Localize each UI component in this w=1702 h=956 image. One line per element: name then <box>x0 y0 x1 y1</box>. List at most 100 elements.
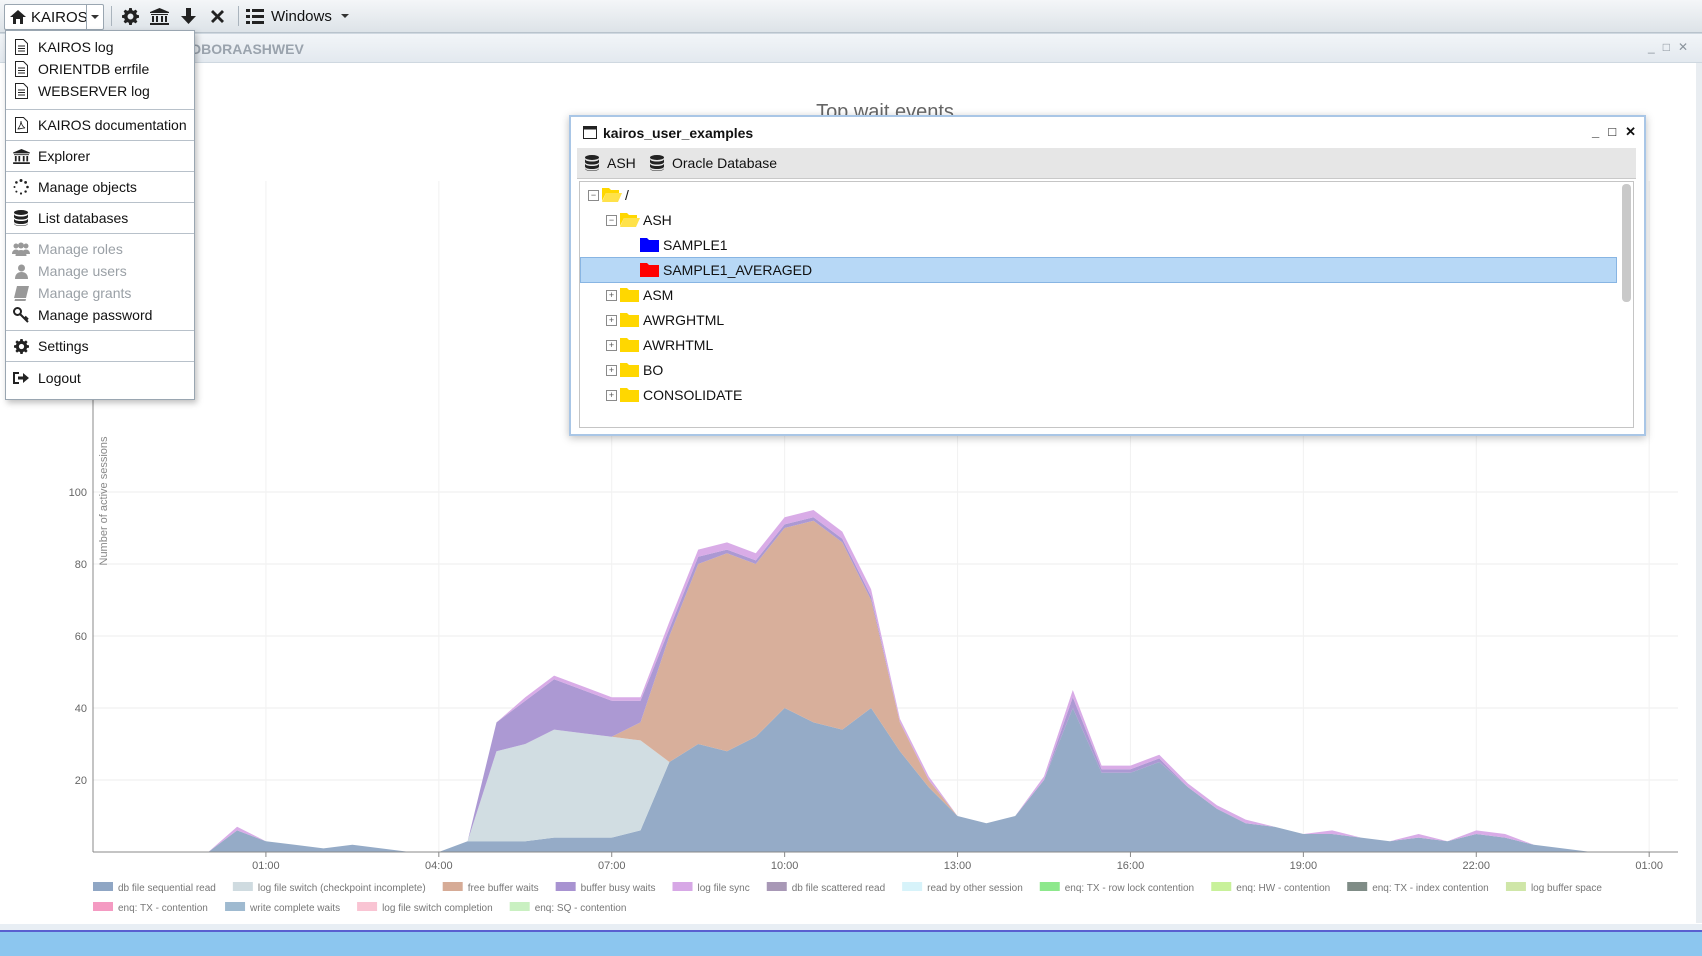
expand-toggle[interactable]: + <box>606 290 617 301</box>
y-tick-label: 100 <box>69 487 87 499</box>
document-icon <box>10 39 32 55</box>
close-icon[interactable] <box>206 4 228 28</box>
tree-row-label: AWRGHTML <box>643 312 725 328</box>
x-tick-label: 13:00 <box>944 860 972 872</box>
chart-window-title: DBORAASHWEV <box>191 41 304 57</box>
chart-window-titlebar[interactable]: DBORAASHWEV _ □ ✕ <box>0 34 1702 63</box>
legend-swatch <box>442 882 463 891</box>
menu-item-webserver-log[interactable]: WEBSERVER log <box>6 80 194 102</box>
legend-label: enq: TX - row lock contention <box>1065 883 1194 894</box>
legend-swatch <box>509 902 530 911</box>
minimize-icon[interactable]: _ <box>1592 124 1599 140</box>
legend-swatch <box>225 902 246 911</box>
menu-divider <box>6 140 194 141</box>
menu-item-label: Explorer <box>38 148 91 164</box>
tree-row-label: ASM <box>643 287 674 303</box>
legend-swatch <box>1211 882 1232 891</box>
menu-item-logout[interactable]: Logout <box>6 367 194 389</box>
menu-item-label: Manage objects <box>38 179 137 195</box>
menu-item-manage-password[interactable]: Manage password <box>6 304 194 326</box>
legend-swatch <box>232 882 253 891</box>
folder-icon <box>620 312 639 330</box>
menu-item-label: Manage password <box>38 307 153 323</box>
tree-row-awrghtml[interactable]: + AWRGHTML <box>580 307 1617 333</box>
ash-button[interactable]: ASH <box>585 155 636 171</box>
tree-row-awrhtml[interactable]: + AWRHTML <box>580 332 1617 358</box>
tree-row-bo[interactable]: + BO <box>580 357 1617 383</box>
bank-icon <box>10 148 32 164</box>
expand-toggle[interactable]: + <box>606 340 617 351</box>
chevron-down-icon <box>340 14 349 18</box>
menu-item-label: Settings <box>38 338 89 354</box>
menu-item-orientdb-errfile[interactable]: ORIENTDB errfile <box>6 58 194 80</box>
oracle-database-button[interactable]: Oracle Database <box>650 155 777 171</box>
x-tick-label: 10:00 <box>771 860 799 872</box>
tree-row-asm[interactable]: + ASM <box>580 282 1617 308</box>
tree-row-root[interactable]: − / <box>580 182 1617 208</box>
tree-scrollbar[interactable] <box>1622 184 1631 302</box>
top-toolbar: KAIROS Windows <box>0 0 1702 33</box>
menu-divider <box>6 171 194 172</box>
windows-menu-button[interactable]: Windows <box>246 4 350 28</box>
legend-swatch <box>93 882 113 891</box>
legend-label: log file switch (checkpoint incomplete) <box>258 883 426 894</box>
tree-row-ash[interactable]: − ASH <box>580 207 1617 233</box>
x-tick-label: 01:00 <box>252 860 280 872</box>
database-icon <box>585 155 599 171</box>
chart-areas <box>208 510 1650 852</box>
tree-row-label: BO <box>643 362 664 378</box>
dialog-titlebar[interactable]: kairos_user_examples _ □ ✕ <box>571 117 1644 147</box>
expand-toggle[interactable]: + <box>606 390 617 401</box>
menu-item-list-databases[interactable]: List databases <box>6 207 194 229</box>
maximize-icon[interactable]: □ <box>1608 124 1616 140</box>
window-scrollbar[interactable] <box>1696 63 1702 923</box>
close-icon[interactable]: ✕ <box>1625 124 1636 140</box>
tree-row-sample1[interactable]: SAMPLE1 <box>580 232 1617 258</box>
menu-divider <box>6 361 194 362</box>
collapse-toggle[interactable]: − <box>588 190 599 201</box>
menu-item-kairos-log[interactable]: KAIROS log <box>6 36 194 58</box>
folder-open-icon <box>602 187 622 205</box>
menu-divider <box>6 233 194 234</box>
users-icon <box>10 242 32 256</box>
tree-row-consolidate[interactable]: + CONSOLIDATE <box>580 382 1617 408</box>
close-icon[interactable]: ✕ <box>1678 40 1688 54</box>
document-icon <box>10 61 32 77</box>
key-icon <box>10 307 32 323</box>
tree-row-label: AWRHTML <box>643 337 714 353</box>
menu-item-manage-objects[interactable]: Manage objects <box>6 176 194 198</box>
maximize-icon[interactable]: □ <box>1663 40 1670 54</box>
expand-toggle[interactable]: + <box>606 315 617 326</box>
x-tick-label: 01:00 <box>1635 860 1663 872</box>
legend-label: buffer busy waits <box>581 883 656 894</box>
windows-menu-label: Windows <box>271 7 332 25</box>
menu-item-label: Manage users <box>38 263 127 279</box>
menu-item-settings[interactable]: Settings <box>6 335 194 357</box>
kairos-menu-button[interactable]: KAIROS <box>4 4 104 30</box>
book-icon <box>10 285 32 301</box>
download-arrow-icon[interactable] <box>177 4 199 28</box>
folder-icon <box>620 387 639 405</box>
collapse-toggle[interactable]: − <box>606 215 617 226</box>
kairos-user-examples-dialog: kairos_user_examples _ □ ✕ ASH Oracle Da… <box>569 115 1646 436</box>
gear-icon[interactable] <box>119 4 141 28</box>
spinner-icon <box>10 179 32 195</box>
menu-item-explorer[interactable]: Explorer <box>6 145 194 167</box>
oracle-database-label: Oracle Database <box>672 155 778 171</box>
gear-icon <box>10 338 32 354</box>
legend-label: free buffer waits <box>468 883 539 894</box>
legend-swatch <box>555 882 576 891</box>
chevron-down-icon[interactable] <box>86 5 103 29</box>
taskbar-strip <box>0 930 1702 956</box>
y-tick-label: 80 <box>75 559 87 571</box>
dialog-toolbar: ASH Oracle Database <box>577 148 1636 179</box>
object-tree: − / − ASH SAMPLE1 SAMPLE1_AVERAGED + ASM… <box>579 181 1634 428</box>
pdf-icon <box>10 117 32 133</box>
legend-label: enq: SQ - contention <box>535 903 627 914</box>
minimize-icon[interactable]: _ <box>1648 40 1655 54</box>
legend-label: log file switch completion <box>382 903 493 914</box>
menu-item-kairos-documentation[interactable]: KAIROS documentation <box>6 114 194 136</box>
bank-icon[interactable] <box>148 4 170 28</box>
tree-row-sample1-averaged[interactable]: SAMPLE1_AVERAGED <box>580 257 1617 283</box>
expand-toggle[interactable]: + <box>606 365 617 376</box>
